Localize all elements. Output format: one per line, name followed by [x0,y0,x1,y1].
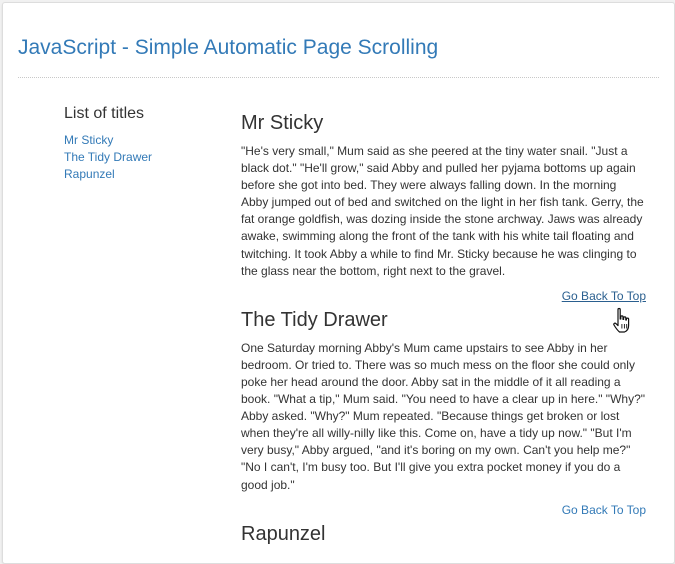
sidebar: List of titles Mr Sticky The Tidy Drawer… [64,104,214,183]
story-text: "He's very small," Mum said as she peere… [241,144,644,278]
story-tidy-drawer: The Tidy Drawer One Saturday morning Abb… [241,308,646,518]
story-text: One Saturday morning Abby's Mum came ups… [241,340,645,492]
page-title: JavaScript - Simple Automatic Page Scrol… [18,36,439,59]
sidebar-item-rapunzel: Rapunzel [64,166,214,183]
story-title: Mr Sticky [241,112,324,134]
sidebar-link-rapunzel[interactable]: Rapunzel [64,167,115,181]
sidebar-link-tidy-drawer[interactable]: The Tidy Drawer [64,150,152,164]
go-back-to-top-link[interactable]: Go Back To Top [241,288,646,304]
sidebar-heading: List of titles [64,105,145,122]
stories-content: Mr Sticky "He's very small," Mum said as… [241,111,646,554]
sidebar-list: Mr Sticky The Tidy Drawer Rapunzel [64,132,214,183]
story-title: Rapunzel [241,522,326,545]
sidebar-item-tidy-drawer: The Tidy Drawer [64,149,214,166]
go-back-to-top-link[interactable]: Go Back To Top [241,502,646,518]
sidebar-item-mr-sticky: Mr Sticky [64,132,214,149]
title-divider [18,77,659,78]
sidebar-link-mr-sticky[interactable]: Mr Sticky [64,133,113,147]
story-title: The Tidy Drawer [241,308,388,331]
story-mr-sticky: Mr Sticky "He's very small," Mum said as… [241,111,646,304]
story-rapunzel: Rapunzel [241,522,646,546]
